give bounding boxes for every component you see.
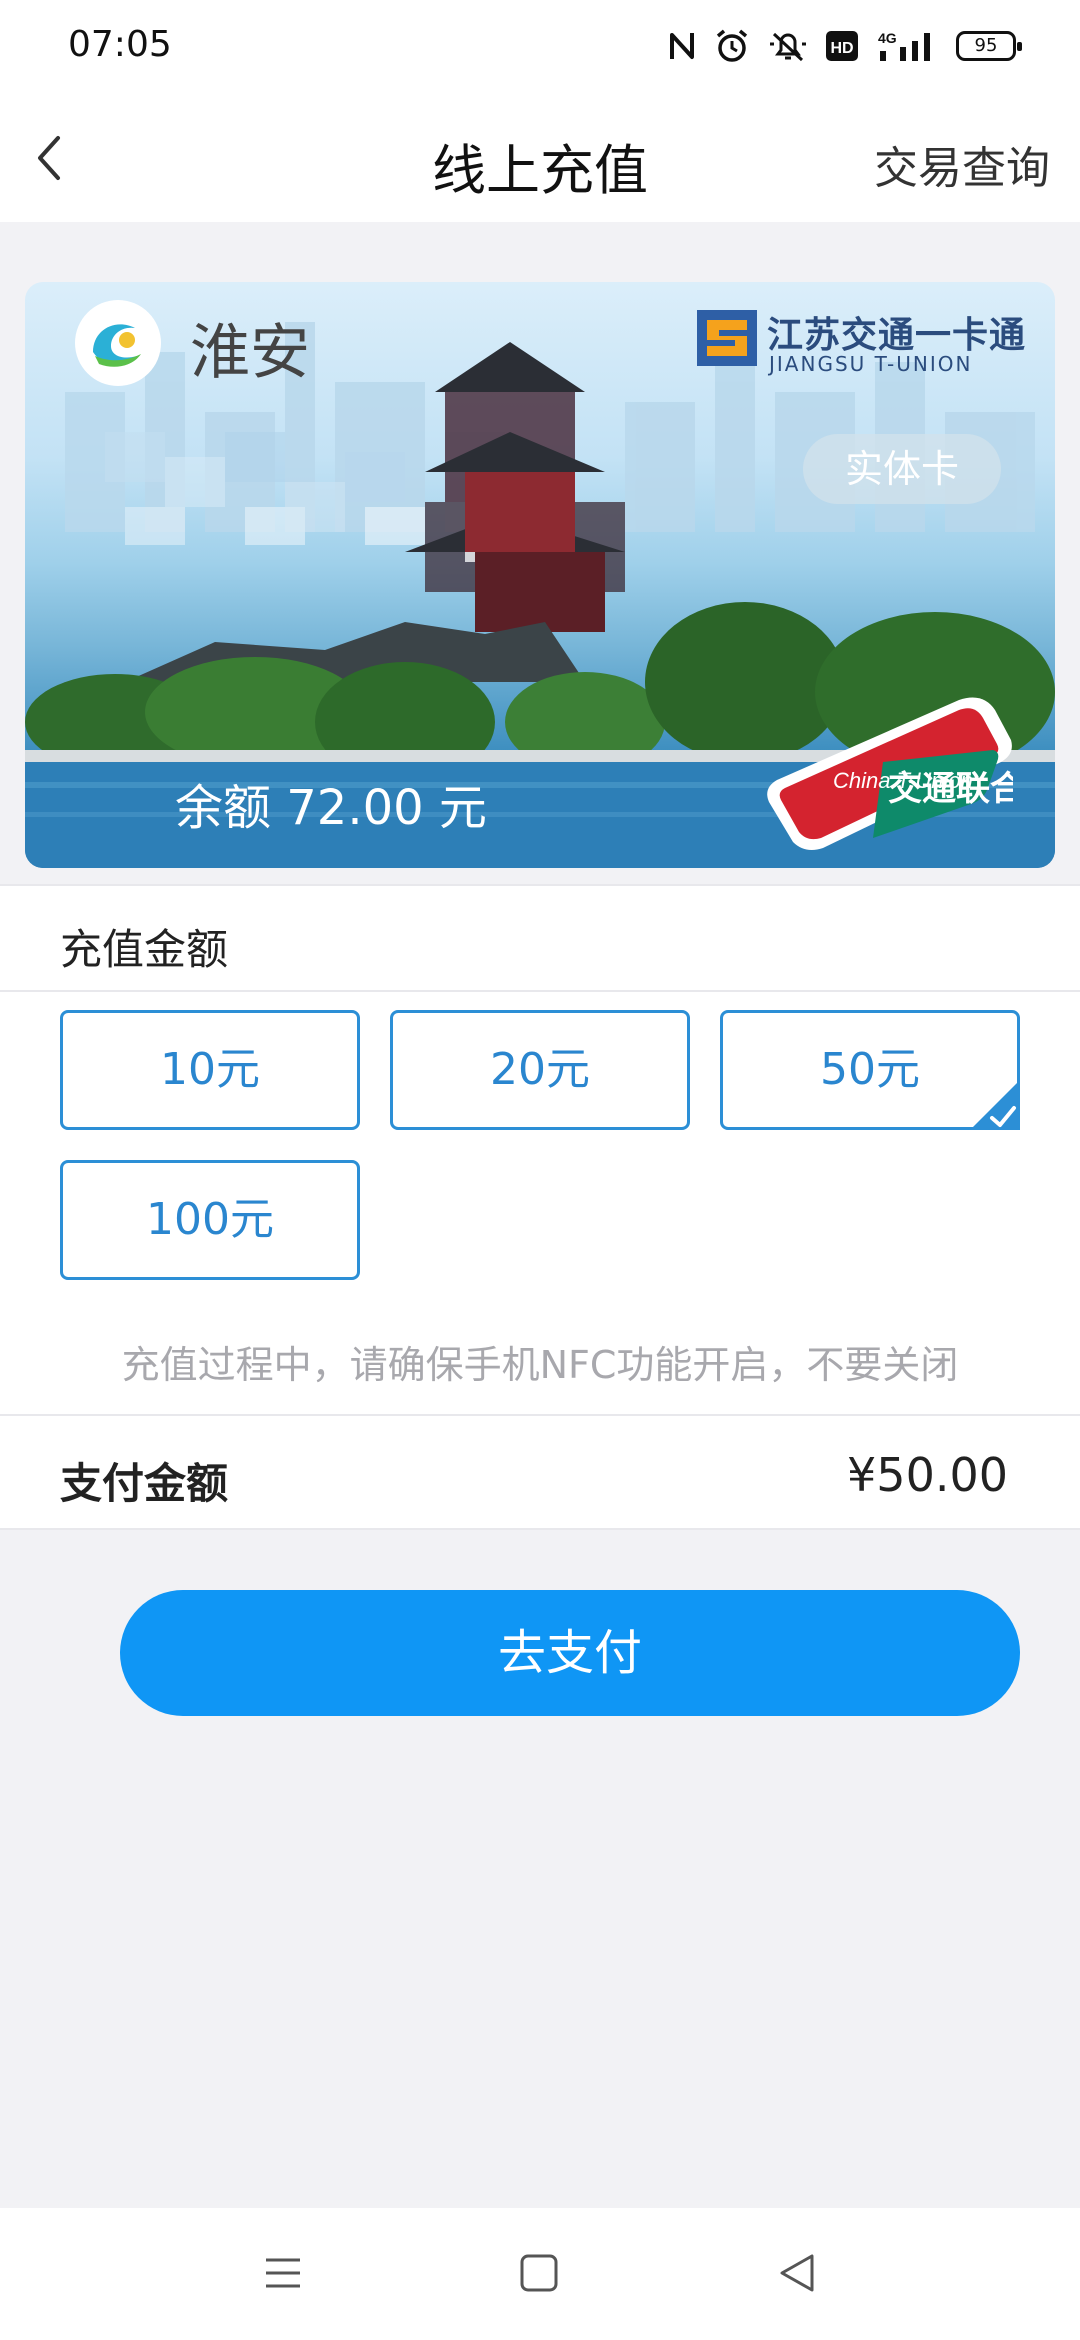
hd-icon: HD xyxy=(826,31,858,61)
transaction-query-link[interactable]: 交易查询 xyxy=(874,132,1050,196)
amount-option-100[interactable]: 100元 xyxy=(60,1160,360,1280)
selected-check-icon xyxy=(970,1080,1020,1130)
hd-label: HD xyxy=(830,40,853,57)
brand-name-en: JIANGSU T-UNION xyxy=(769,352,973,376)
amount-option-20[interactable]: 20元 xyxy=(390,1010,690,1130)
pay-button[interactable]: 去支付 xyxy=(120,1590,1020,1716)
signal-4g-icon: 4G xyxy=(878,30,930,61)
amount-option-10[interactable]: 10元 xyxy=(60,1010,360,1130)
china-tunion-logo-icon: China T-Union 交通联合 xyxy=(767,697,1013,850)
header: 线上充值 交易查询 xyxy=(0,96,1080,222)
battery-level: 95 xyxy=(974,35,998,56)
back-triangle-icon[interactable] xyxy=(776,2252,818,2294)
status-icons: HD 4G 95 xyxy=(668,28,1022,64)
recharge-amount-label: 充值金额 xyxy=(60,925,229,974)
china-tunion-cn: 交通联合 xyxy=(888,769,1013,809)
card-type-badge: 实体卡 xyxy=(803,434,1001,504)
payment-amount-label: 支付金额 xyxy=(60,1459,229,1508)
menu-icon[interactable] xyxy=(262,2252,304,2294)
nfc-tip: 充值过程中，请确保手机NFC功能开启，不要关闭 xyxy=(121,1343,959,1387)
status-time: 07:05 xyxy=(68,24,172,65)
brand-name-cn: 江苏交通一卡通 xyxy=(767,315,1027,356)
silent-bell-icon xyxy=(770,32,806,62)
card-city-name: 淮安 xyxy=(190,318,310,388)
status-bar: 07:05 HD 4G 95 xyxy=(0,0,1080,96)
battery-icon: 95 xyxy=(956,31,1022,61)
jiangsu-tunion-logo-icon xyxy=(697,310,757,366)
recharge-screen: 07:05 HD 4G 95 线上充值 交易查询 淮安 江苏交通一卡通 JIAN… xyxy=(0,0,1080,2340)
amount-option-50[interactable]: 50元 xyxy=(720,1010,1020,1130)
recharge-amount-header: 充值金额 xyxy=(0,886,1080,990)
alarm-icon xyxy=(716,29,748,62)
transit-card: 淮安 江苏交通一卡通 JIANGSU T-UNION 实体卡 余额 72.00 … xyxy=(25,282,1055,868)
system-nav-bar xyxy=(0,2208,1080,2340)
city-logo-icon xyxy=(75,300,161,386)
amount-option-50-label: 50元 xyxy=(820,1044,920,1095)
payment-amount-value: ¥50.00 xyxy=(847,1448,1008,1502)
home-icon[interactable] xyxy=(518,2252,560,2294)
nfc-icon xyxy=(670,33,694,59)
card-balance: 余额 72.00 元 xyxy=(175,780,487,836)
divider xyxy=(0,1528,1080,1530)
network-type: 4G xyxy=(878,30,897,46)
